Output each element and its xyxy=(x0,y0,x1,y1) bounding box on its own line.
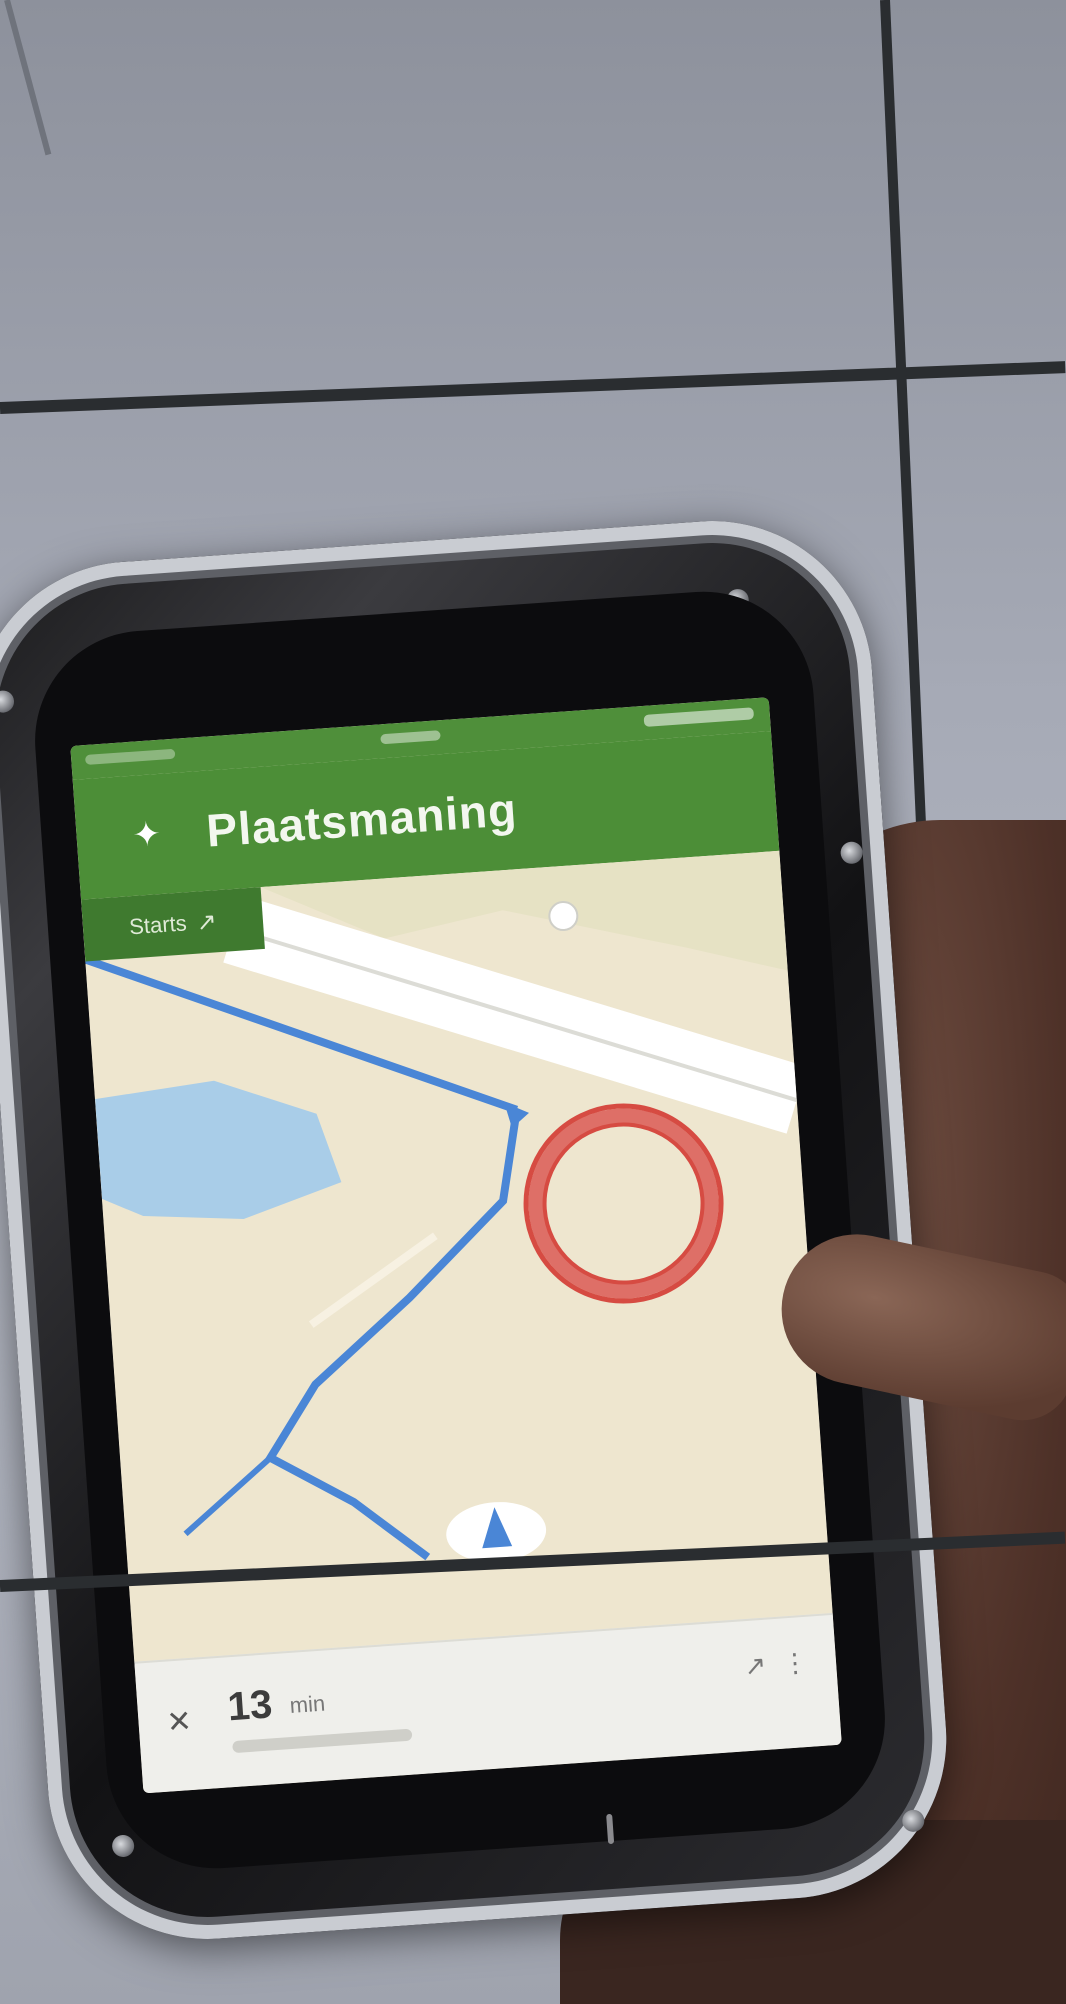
close-icon[interactable]: ✕ xyxy=(165,1704,193,1741)
background-edge xyxy=(4,0,52,156)
eta-unit: min xyxy=(288,1690,326,1719)
screw xyxy=(901,1809,926,1833)
phone: ✦ Plaatsmaning Starts ↗ ✕ 13 min ↗ ⋮ xyxy=(0,510,958,1950)
eta-value: 13 xyxy=(226,1682,274,1730)
map-view[interactable] xyxy=(81,850,834,1668)
start-chip-label: Starts xyxy=(128,910,188,940)
signal-indicator xyxy=(84,748,176,765)
more-icon[interactable]: ⋮ xyxy=(781,1647,809,1680)
eta-details xyxy=(232,1728,413,1754)
pin-icon[interactable]: ✦ xyxy=(125,814,168,857)
compass-icon[interactable] xyxy=(548,901,579,932)
route-icon[interactable]: ↗ xyxy=(743,1650,767,1682)
arrow-icon: ↗ xyxy=(195,907,218,937)
phone-screen: ✦ Plaatsmaning Starts ↗ ✕ 13 min ↗ ⋮ xyxy=(70,697,842,1794)
battery-indicator xyxy=(643,707,755,727)
header-title: Plaatsmaning xyxy=(204,783,519,857)
photo-scene: ✦ Plaatsmaning Starts ↗ ✕ 13 min ↗ ⋮ xyxy=(0,0,1066,2004)
status-time xyxy=(380,730,441,745)
start-chip[interactable]: Starts ↗ xyxy=(81,887,265,962)
